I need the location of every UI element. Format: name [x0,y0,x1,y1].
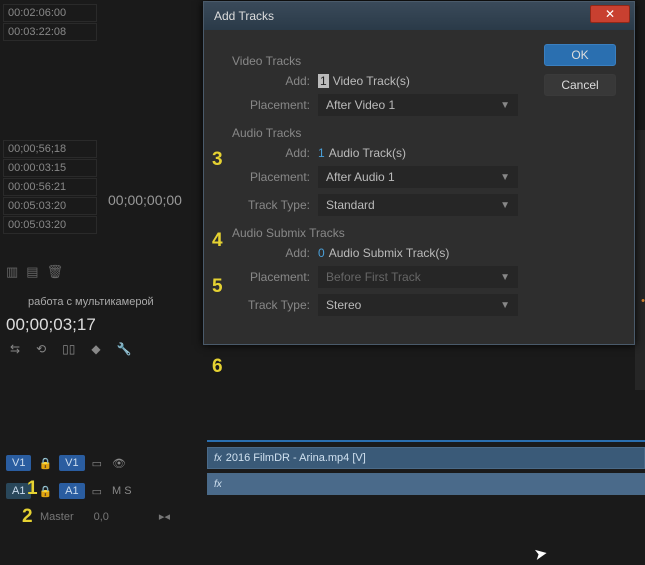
annotation-1: 1 [27,478,38,500]
timecode-cell[interactable]: 00:03:22:08 [3,23,97,41]
ok-button[interactable]: OK [544,44,616,66]
clip-label: 2016 FilmDR - Arina.mp4 [V] [226,452,366,464]
toggle-output-icon[interactable]: ▭ [89,485,105,498]
video-placement-value: After Video 1 [326,98,395,112]
track-type-label: Track Type: [232,198,318,212]
video-add-count-input[interactable]: 1 [318,74,329,88]
add-tracks-dialog: Add Tracks OK Cancel Video Tracks Add: 1… [203,1,635,345]
marker-add-icon[interactable]: ◆ [91,342,100,356]
eye-icon[interactable]: 👁 [109,457,129,470]
timecode-cell[interactable]: 00:05:03:20 [3,216,97,234]
master-label: Master [40,511,74,523]
marker-indicator: • [641,295,645,307]
folder-icon[interactable]: ▥ [6,264,18,280]
timecode-cell[interactable]: 00:00:56:21 [3,178,97,196]
dialog-title: Add Tracks [214,9,274,23]
timecode-cell[interactable]: 00:00:03:15 [3,159,97,177]
trash-icon[interactable]: 🗑 [47,264,64,280]
timecode-cell[interactable]: 00:05:03:20 [3,197,97,215]
audio-clip[interactable]: fx [207,473,645,495]
audio-placement-select[interactable]: After Audio 1 ▼ [318,166,518,188]
video-placement-select[interactable]: After Video 1 ▼ [318,94,518,116]
go-to-end-icon[interactable]: ▸◂ [159,510,170,523]
snap-icon[interactable]: ⇆ [10,342,20,356]
dialog-titlebar[interactable]: Add Tracks [204,2,634,30]
timeline-tool-row: ⇆ ⟲ ▯▯ ◆ 🔧 [10,342,132,356]
fx-badge-icon: fx [214,453,222,464]
submix-placement-select[interactable]: Before First Track ▼ [318,266,518,288]
mute-solo-label[interactable]: M S [109,485,135,497]
marker-icon[interactable]: ▯▯ [62,342,75,356]
sequence-tab[interactable]: работа с мультикамерой [28,296,154,308]
project-panel-top: 00:02:06:00 00:03:22:08 [0,0,100,45]
audio-tracks-section-label: Audio Tracks [222,126,616,140]
add-label: Add: [232,146,318,160]
annotation-3: 3 [212,149,223,171]
playhead-timecode[interactable]: 00;00;03;17 [6,315,96,335]
placement-label: Placement: [232,98,318,112]
timecode-cell[interactable]: 00;00;56;18 [3,140,97,158]
submix-add-suffix: Audio Submix Track(s) [329,246,450,260]
placement-label: Placement: [232,270,318,284]
master-level[interactable]: 0,0 [94,511,109,523]
target-v1-button[interactable]: V1 [59,455,84,471]
audio-placement-value: After Audio 1 [326,170,395,184]
timeline[interactable]: fx 2016 FilmDR - Arina.mp4 [V] fx [207,440,645,499]
source-v1-button[interactable]: V1 [6,455,31,471]
submix-type-select[interactable]: Stereo ▼ [318,294,518,316]
chevron-down-icon: ▼ [500,100,510,111]
chevron-down-icon: ▼ [500,200,510,211]
submix-type-value: Stereo [326,298,361,312]
annotation-4: 4 [212,230,223,252]
track-type-label: Track Type: [232,298,318,312]
toggle-output-icon[interactable]: ▭ [89,457,105,470]
fx-badge-icon: fx [214,479,222,490]
submix-tracks-section-label: Audio Submix Tracks [222,226,616,240]
annotation-6: 6 [212,356,223,378]
chevron-down-icon: ▼ [500,300,510,311]
video-track-header: V1 🔒 V1 ▭ 👁 [0,450,200,476]
timeline-ruler[interactable] [207,440,645,442]
right-strip [635,130,645,390]
project-panel-mid: 00;00;56;18 00:00:03:15 00:00:56:21 00:0… [0,136,100,238]
lock-icon[interactable]: 🔒 [35,485,55,498]
cancel-button[interactable]: Cancel [544,74,616,96]
timecode-cell[interactable]: 00:02:06:00 [3,4,97,22]
audio-add-suffix: Audio Track(s) [329,146,406,160]
new-item-icon[interactable]: ▤ [26,264,38,280]
master-track-row: Master 0,0 ▸◂ [40,510,170,523]
submix-placement-value: Before First Track [326,270,421,284]
target-a1-button[interactable]: A1 [59,483,84,499]
submix-add-count-input[interactable]: 0 [318,246,325,260]
placement-label: Placement: [232,170,318,184]
annotation-5: 5 [212,276,223,298]
video-add-suffix: Video Track(s) [333,74,410,88]
audio-type-value: Standard [326,198,375,212]
wrench-icon[interactable]: 🔧 [117,342,132,356]
add-label: Add: [232,74,318,88]
audio-type-select[interactable]: Standard ▼ [318,194,518,216]
annotation-2: 2 [22,506,33,528]
link-icon[interactable]: ⟲ [36,342,46,356]
audio-add-count-input[interactable]: 1 [318,146,325,160]
chevron-down-icon: ▼ [500,172,510,183]
video-clip[interactable]: fx 2016 FilmDR - Arina.mp4 [V] [207,447,645,469]
add-label: Add: [232,246,318,260]
chevron-down-icon: ▼ [500,272,510,283]
close-button[interactable] [590,5,630,23]
bin-toolbar: ▥ ▤ 🗑 [6,264,63,280]
lock-icon[interactable]: 🔒 [35,457,55,470]
